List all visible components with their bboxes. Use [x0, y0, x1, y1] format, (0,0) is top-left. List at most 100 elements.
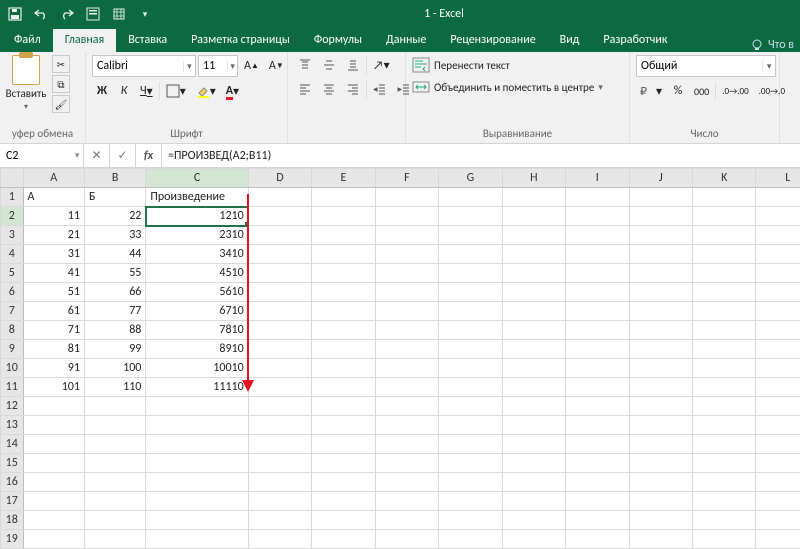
cell[interactable] [566, 492, 629, 511]
cell[interactable] [312, 283, 375, 302]
column-header[interactable]: D [248, 169, 311, 188]
cell[interactable] [756, 473, 800, 492]
cut-icon[interactable]: ✂ [52, 55, 70, 73]
cell[interactable]: 1210 [146, 207, 248, 226]
align-bottom-icon[interactable] [342, 55, 364, 75]
cell[interactable]: 66 [84, 283, 145, 302]
column-header[interactable]: L [756, 169, 800, 188]
cell[interactable] [502, 207, 565, 226]
cell[interactable] [146, 416, 248, 435]
cell[interactable] [84, 492, 145, 511]
copy-icon[interactable]: ⧉ [52, 75, 70, 93]
cell[interactable] [756, 435, 800, 454]
column-header[interactable]: G [439, 169, 502, 188]
cell[interactable] [502, 302, 565, 321]
wrap-text-button[interactable]: Перенести текст [412, 57, 510, 73]
cell[interactable] [566, 454, 629, 473]
cell[interactable] [375, 454, 438, 473]
cell[interactable] [693, 511, 756, 530]
cell[interactable]: 110 [84, 378, 145, 397]
font-size-input[interactable] [199, 59, 227, 73]
percent-format-icon[interactable]: % [668, 81, 688, 101]
cell[interactable] [629, 397, 692, 416]
cell[interactable] [629, 530, 692, 549]
cell[interactable] [375, 264, 438, 283]
cell[interactable] [439, 188, 502, 207]
row-header[interactable]: 4 [1, 245, 24, 264]
cell[interactable] [23, 511, 84, 530]
decrease-font-icon[interactable]: A▼ [265, 56, 288, 76]
cell[interactable]: 91 [23, 359, 84, 378]
cell[interactable] [84, 416, 145, 435]
cell[interactable] [566, 359, 629, 378]
cell[interactable] [312, 207, 375, 226]
cell[interactable] [439, 416, 502, 435]
font-name-input[interactable] [93, 59, 183, 73]
cell[interactable] [248, 416, 311, 435]
row-header[interactable]: 13 [1, 416, 24, 435]
cell[interactable] [312, 492, 375, 511]
cell[interactable]: 99 [84, 340, 145, 359]
cell[interactable] [375, 511, 438, 530]
cell[interactable] [693, 397, 756, 416]
cell[interactable] [629, 416, 692, 435]
row-header[interactable]: 1 [1, 188, 24, 207]
worksheet-grid[interactable]: ABCDEFGHIJKL1АБПроизведение2112212103213… [0, 168, 800, 549]
column-header[interactable]: I [566, 169, 629, 188]
decrease-decimal-icon[interactable]: .00→.0 [755, 81, 789, 101]
cell[interactable] [146, 492, 248, 511]
cell[interactable]: 22 [84, 207, 145, 226]
cell[interactable]: 6710 [146, 302, 248, 321]
cell[interactable] [375, 321, 438, 340]
cell[interactable] [629, 207, 692, 226]
cell[interactable] [439, 340, 502, 359]
fx-icon[interactable]: fx [136, 144, 162, 167]
cell[interactable] [566, 340, 629, 359]
cell[interactable] [248, 492, 311, 511]
cell[interactable] [248, 321, 311, 340]
cell[interactable] [375, 397, 438, 416]
cell[interactable]: 55 [84, 264, 145, 283]
undo-icon[interactable] [32, 5, 50, 23]
cell[interactable] [566, 530, 629, 549]
cell[interactable] [84, 530, 145, 549]
cell[interactable] [502, 226, 565, 245]
tab-view[interactable]: Вид [548, 29, 592, 52]
cell[interactable] [248, 340, 311, 359]
cell[interactable] [84, 454, 145, 473]
cell[interactable] [502, 454, 565, 473]
cell[interactable] [439, 511, 502, 530]
cell[interactable]: А [23, 188, 84, 207]
cell[interactable] [312, 416, 375, 435]
cell[interactable] [312, 302, 375, 321]
save-icon[interactable] [6, 5, 24, 23]
italic-button[interactable]: К [114, 81, 134, 101]
cell[interactable]: 31 [23, 245, 84, 264]
cell[interactable] [375, 245, 438, 264]
cell[interactable] [693, 283, 756, 302]
cell[interactable] [23, 473, 84, 492]
cell[interactable]: 8910 [146, 340, 248, 359]
cell[interactable] [566, 435, 629, 454]
cell[interactable] [566, 416, 629, 435]
cell[interactable] [693, 226, 756, 245]
cell[interactable]: 21 [23, 226, 84, 245]
cell[interactable] [439, 283, 502, 302]
cell[interactable] [756, 302, 800, 321]
cell[interactable] [502, 359, 565, 378]
cell[interactable] [248, 511, 311, 530]
cell[interactable] [23, 435, 84, 454]
align-right-icon[interactable] [342, 79, 364, 99]
cell[interactable] [756, 378, 800, 397]
cell[interactable] [375, 207, 438, 226]
name-box-input[interactable] [0, 149, 71, 163]
cell[interactable] [756, 511, 800, 530]
cell[interactable] [312, 378, 375, 397]
cell[interactable] [439, 378, 502, 397]
cell[interactable] [248, 207, 311, 226]
cell[interactable] [566, 188, 629, 207]
enter-formula-icon[interactable]: ✓ [110, 144, 136, 167]
cell[interactable] [146, 397, 248, 416]
cell[interactable]: 81 [23, 340, 84, 359]
cell[interactable] [23, 416, 84, 435]
